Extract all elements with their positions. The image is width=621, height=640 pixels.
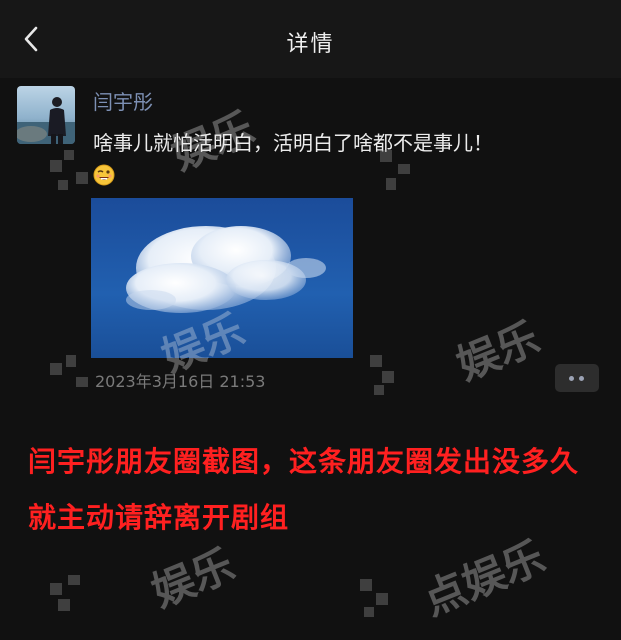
author-name[interactable]: 闫宇彤 bbox=[93, 86, 153, 115]
caption-line-2: 就主动请辞离开剧组 bbox=[28, 501, 290, 534]
grinning-wink-emoji-icon bbox=[93, 163, 115, 186]
more-options-button[interactable] bbox=[555, 364, 599, 392]
post-text-body: 啥事儿就怕活明白，活明白了啥都不是事儿！ bbox=[93, 131, 493, 155]
post-timestamp: 2023年3月16日 21:53 bbox=[95, 372, 266, 391]
more-dots-icon bbox=[579, 376, 584, 381]
avatar[interactable] bbox=[17, 86, 75, 144]
post-text: 啥事儿就怕活明白，活明白了啥都不是事儿！ bbox=[93, 127, 603, 191]
top-bar: 详情 bbox=[0, 0, 621, 78]
page-title: 详情 bbox=[286, 32, 335, 57]
caption-line-1: 闫宇彤朋友圈截图，这条朋友圈发出没多久 bbox=[28, 445, 580, 478]
more-dots-icon bbox=[569, 376, 574, 381]
post-photo-cloud[interactable] bbox=[91, 198, 353, 358]
